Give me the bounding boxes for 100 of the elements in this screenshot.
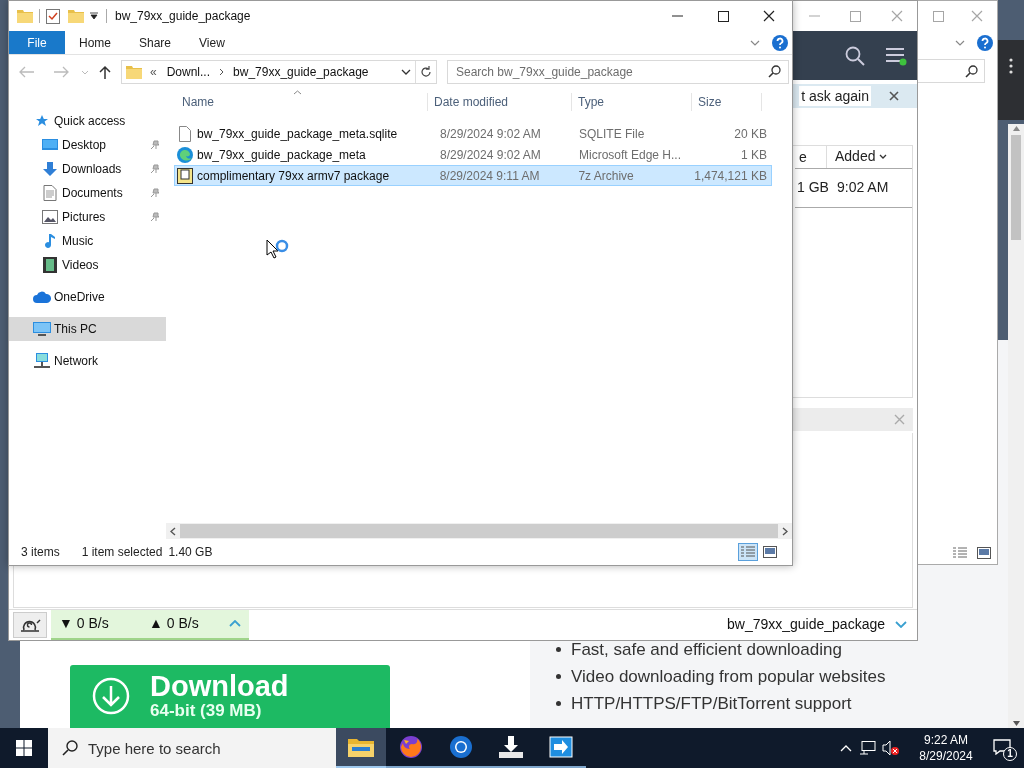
- large-icons-view-icon[interactable]: [977, 547, 991, 559]
- network-icon[interactable]: [860, 741, 876, 755]
- address-dropdown-icon[interactable]: [401, 69, 411, 75]
- ribbon-expand-icon[interactable]: [955, 40, 965, 46]
- feature-text: HTTP/HTTPS/FTP/BitTorrent support: [571, 692, 852, 715]
- navigation-item[interactable]: Downloads: [9, 157, 166, 181]
- minimize-icon: [809, 15, 820, 17]
- clock-date[interactable]: 8/29/2024: [919, 748, 973, 764]
- download-size: 64-bit (39 MB): [150, 701, 263, 721]
- film-icon: [43, 257, 57, 273]
- column-header[interactable]: e: [797, 145, 827, 168]
- pin-icon[interactable]: [150, 164, 160, 174]
- ribbon-tab[interactable]: View: [185, 31, 239, 54]
- date-modified: 8/29/2024 9:02 AM: [439, 125, 542, 143]
- archive-icon: [177, 167, 193, 184]
- picture-icon: [42, 210, 58, 224]
- address-bar[interactable]: « Downl... bw_79xx_guide_package: [121, 60, 437, 84]
- file-type: Microsoft Edge H...: [579, 146, 683, 164]
- speed-mode-button[interactable]: [13, 611, 47, 638]
- navigation-item[interactable]: Desktop: [9, 133, 166, 157]
- navigation-item[interactable]: Music: [9, 229, 166, 253]
- ribbon-tab[interactable]: Share: [125, 31, 186, 54]
- breadcrumb[interactable]: bw_79xx_guide_package: [233, 63, 369, 81]
- column-header[interactable]: Date modified: [428, 93, 572, 111]
- navigation-item[interactable]: Network: [9, 349, 166, 373]
- navigation-item[interactable]: Videos: [9, 253, 166, 277]
- windows-logo-icon: [16, 740, 32, 756]
- search-icon: [768, 65, 781, 78]
- search-icon: [62, 740, 78, 756]
- download-row[interactable]: 1 GB 9:02 AM: [795, 167, 912, 208]
- breadcrumb-chevron-icon[interactable]: [219, 68, 225, 76]
- taskbar-app[interactable]: [336, 728, 386, 768]
- scroll-thumb[interactable]: [180, 524, 778, 538]
- document-icon: [43, 185, 57, 201]
- scroll-up-icon[interactable]: [1012, 126, 1020, 131]
- clock-time[interactable]: 9:22 AM: [924, 732, 968, 748]
- up-arrow-icon[interactable]: [99, 65, 111, 79]
- window-title: bw_79xx_guide_package: [115, 8, 251, 25]
- ribbon-expand-icon[interactable]: [750, 39, 760, 46]
- notifications-button[interactable]: 1: [984, 728, 1024, 768]
- search-icon[interactable]: [845, 45, 865, 66]
- file-size: 1 KB: [740, 146, 768, 164]
- scroll-thumb[interactable]: [1011, 135, 1021, 240]
- caret-up-icon[interactable]: [840, 744, 852, 752]
- refresh-icon[interactable]: [420, 66, 432, 78]
- column-header[interactable]: Type: [572, 93, 692, 111]
- properties-icon[interactable]: [46, 8, 60, 24]
- scroll-down-icon[interactable]: [1012, 721, 1020, 726]
- help-icon[interactable]: [772, 34, 788, 51]
- feature-text: Fast, safe and efficient downloading: [571, 638, 842, 661]
- item-count: 3 items: [21, 544, 60, 561]
- folder-icon: [126, 65, 142, 79]
- dropdown-icon[interactable]: [90, 12, 98, 20]
- browser-ring-icon: [449, 735, 473, 759]
- scrollbar[interactable]: [1008, 124, 1024, 728]
- horizontal-scrollbar[interactable]: [166, 523, 792, 539]
- cloud-icon: [33, 291, 51, 303]
- pin-icon[interactable]: [150, 212, 160, 222]
- overflow-chevron[interactable]: «: [150, 63, 157, 81]
- expand-caret-icon[interactable]: [229, 620, 241, 628]
- bullet-icon: [556, 701, 561, 706]
- navigation-item[interactable]: This PC: [9, 317, 166, 341]
- download-speed: ▼ 0 B/s: [59, 614, 110, 634]
- maximize-icon: [932, 10, 944, 22]
- column-header[interactable]: Added: [827, 146, 912, 168]
- search-icon: [965, 64, 978, 78]
- search-field[interactable]: Search bw_79xx_guide_package: [447, 60, 789, 84]
- large-icons-view-button[interactable]: [760, 543, 780, 561]
- sort-caret-icon: [879, 154, 888, 160]
- navigation-item[interactable]: Documents: [9, 181, 166, 205]
- navigation-item[interactable]: Quick access: [9, 109, 166, 133]
- bullet-icon: [556, 674, 561, 679]
- column-header[interactable]: Size: [692, 93, 762, 111]
- file-type: 7z Archive: [578, 167, 635, 185]
- navigation-item[interactable]: Pictures: [9, 205, 166, 229]
- column-header[interactable]: Name: [166, 93, 428, 111]
- menu-icon[interactable]: [885, 45, 907, 66]
- dont-ask-again-button[interactable]: t ask again: [799, 86, 871, 106]
- breadcrumb[interactable]: Downl...: [166, 63, 211, 81]
- sort-caret-icon: [293, 90, 302, 95]
- file-row[interactable]: bw_79xx_guide_package_meta.sqlite 8/29/2024 9:02 AM SQLITE File 20 KB: [174, 123, 772, 144]
- file-row[interactable]: bw_79xx_guide_package_meta 8/29/2024 9:02 AM Microsoft Edge H... 1 KB: [174, 144, 772, 165]
- navigation-item[interactable]: OneDrive: [9, 285, 166, 309]
- fox-globe-icon: [399, 735, 423, 759]
- pin-icon[interactable]: [150, 188, 160, 198]
- taskbar-search-field[interactable]: Type here to search: [48, 728, 336, 768]
- ribbon-tab[interactable]: File: [9, 31, 65, 54]
- muted-speaker-icon[interactable]: [882, 740, 900, 756]
- pin-icon[interactable]: [150, 140, 160, 150]
- file-size: 1,474,121 KB: [694, 167, 768, 185]
- scroll-right-icon[interactable]: [782, 526, 788, 536]
- file-row[interactable]: complimentary 79xx armv7 package 8/29/2024 9:11 AM 7z Archive 1,474,121 KB: [174, 165, 772, 186]
- date-modified: 8/29/2024 9:02 AM: [439, 146, 542, 164]
- ribbon-tab[interactable]: Home: [65, 31, 125, 54]
- close-button[interactable]: [889, 91, 899, 101]
- more-options-icon[interactable]: [1009, 58, 1013, 74]
- help-icon[interactable]: [977, 35, 993, 51]
- close-icon: [763, 10, 775, 22]
- scroll-left-icon[interactable]: [170, 526, 176, 536]
- collapse-caret-icon[interactable]: [895, 621, 907, 629]
